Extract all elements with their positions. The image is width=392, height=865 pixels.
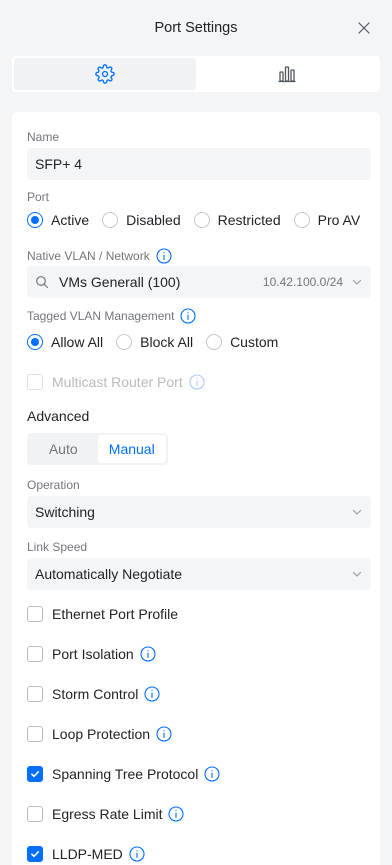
native-vlan-subnet: 10.42.100.0/24 [262, 275, 343, 289]
lldp-med-checkbox[interactable]: LLDP-MED [27, 844, 145, 864]
checkbox-box [27, 374, 43, 390]
dialog-title: Port Settings [154, 20, 238, 36]
checkbox-box [27, 606, 43, 622]
native-vlan-label: Native VLAN / Network [27, 248, 172, 264]
mode-auto-button[interactable]: Auto [29, 435, 98, 463]
checkmark-icon [31, 851, 40, 858]
chevron-down-icon [352, 279, 362, 285]
ethernet-port-profile-checkbox[interactable]: Ethernet Port Profile [27, 604, 178, 624]
bar-chart-icon [278, 66, 296, 83]
checkbox-box [27, 806, 43, 822]
radio-indicator [193, 212, 210, 228]
tagged-radio-block-all[interactable]: Block All [116, 334, 193, 350]
port-isolation-checkbox[interactable]: Port Isolation [27, 644, 156, 664]
port-radio-pro-av[interactable]: Pro AV [293, 212, 360, 228]
settings-tabs [12, 56, 380, 92]
radio-indicator [27, 212, 43, 228]
info-icon [189, 374, 205, 390]
name-label: Name [27, 130, 60, 144]
close-icon [358, 22, 370, 34]
port-radio-group: Active Disabled Restricted Pro AV [27, 210, 360, 230]
port-radio-active[interactable]: Active [27, 212, 89, 228]
tagged-vlan-label: Tagged VLAN Management [27, 308, 196, 324]
port-radio-disabled[interactable]: Disabled [102, 212, 181, 228]
info-icon[interactable] [204, 766, 220, 782]
checkbox-box [27, 686, 43, 702]
dialog-header: Port Settings [0, 0, 392, 56]
radio-indicator [102, 212, 119, 228]
link-speed-label: Link Speed [27, 540, 88, 554]
operation-select[interactable]: Switching [27, 496, 371, 528]
tagged-radio-allow-all[interactable]: Allow All [27, 334, 103, 350]
checkmark-icon [31, 771, 40, 778]
link-speed-value: Automatically Negotiate [35, 566, 183, 582]
name-field[interactable]: SFP+ 4 [27, 148, 371, 180]
link-speed-select[interactable]: Automatically Negotiate [27, 558, 371, 590]
tab-settings[interactable] [14, 58, 196, 90]
close-button[interactable] [356, 20, 372, 36]
radio-indicator [293, 212, 310, 228]
radio-indicator [27, 334, 43, 350]
tab-statistics[interactable] [196, 58, 378, 90]
checkbox-box [27, 726, 43, 742]
checkbox-box [27, 766, 43, 782]
search-icon [36, 276, 49, 289]
info-icon[interactable] [168, 806, 185, 822]
settings-panel: Name SFP+ 4 Port Active Disabled Restric… [12, 112, 380, 865]
port-radio-restricted[interactable]: Restricted [193, 212, 281, 228]
native-vlan-value: VMs Generall (100) [59, 274, 181, 290]
operation-label: Operation [27, 478, 80, 492]
storm-control-checkbox[interactable]: Storm Control [27, 684, 160, 704]
info-icon[interactable] [129, 846, 145, 862]
chevron-down-icon [352, 509, 362, 515]
tagged-radio-group: Allow All Block All Custom [27, 332, 291, 352]
multicast-router-port-checkbox[interactable]: Multicast Router Port [27, 372, 205, 392]
mode-manual-button[interactable]: Manual [97, 435, 166, 463]
gear-icon [95, 64, 115, 84]
info-icon[interactable] [156, 726, 172, 742]
info-icon[interactable] [144, 686, 160, 702]
operation-value: Switching [35, 504, 95, 520]
tagged-radio-custom[interactable]: Custom [206, 334, 278, 350]
port-label: Port [27, 190, 50, 204]
chevron-down-icon [352, 571, 362, 577]
info-icon[interactable] [140, 646, 156, 662]
advanced-heading: Advanced [27, 408, 90, 424]
name-value: SFP+ 4 [35, 156, 83, 172]
radio-indicator [206, 334, 223, 350]
advanced-mode-toggle: Auto Manual [27, 433, 168, 465]
native-vlan-select[interactable]: VMs Generall (100) 10.42.100.0/24 [27, 266, 371, 298]
info-icon[interactable] [156, 248, 172, 264]
checkbox-box [27, 846, 43, 862]
checkbox-box [27, 646, 43, 662]
radio-indicator [116, 334, 133, 350]
egress-rate-limit-checkbox[interactable]: Egress Rate Limit [27, 804, 185, 824]
spanning-tree-protocol-checkbox[interactable]: Spanning Tree Protocol [27, 764, 220, 784]
info-icon[interactable] [180, 308, 196, 324]
loop-protection-checkbox[interactable]: Loop Protection [27, 724, 172, 744]
